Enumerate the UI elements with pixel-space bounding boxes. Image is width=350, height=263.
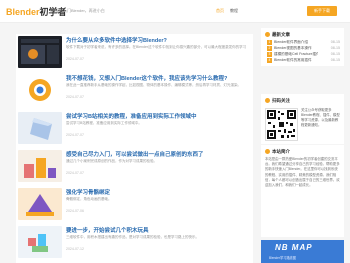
article-date: 2024-07-06	[66, 209, 84, 213]
article-title[interactable]: 尝试学习B站相关的教程，准备应用到实际工作领域中	[66, 112, 246, 120]
latest-item[interactable]: 1 Blender软件界面介绍 08-15	[267, 40, 340, 45]
article-desc: 尝试学习B站教程，准备应用到实际工作领域中。	[66, 121, 142, 125]
site-slogan: 轻松入门Blender，再进小白	[55, 8, 105, 13]
heading-dot-icon	[265, 149, 270, 155]
article-desc: 我在此一直推荐新手从基础的操作学起，比如视图、物体的基本操作、编辑模式等，然后再…	[66, 83, 241, 87]
article-date: 2024-07-07	[66, 95, 84, 99]
sidebar-about: 本站简介 本站是由一群热爱Blender的初学者创建的交流平台。我们希望通过分享…	[261, 145, 344, 237]
sidebar-follow-heading: 扫码关注	[265, 98, 290, 104]
article-thumbnail[interactable]	[18, 188, 62, 220]
article-list: 为什么要从众多软件中选择学习Blender? 软件下载对于初学者来说，有许多的选…	[16, 34, 253, 263]
article-thumbnail[interactable]	[18, 150, 62, 182]
banner-subtitle: Blender学习路线图	[269, 256, 296, 260]
latest-item[interactable]: 3 建模的基础Cell Fracture插件 08-15	[267, 52, 340, 57]
latest-item[interactable]: 4 Blender软件的常用插件 08-15	[267, 58, 340, 63]
article-item[interactable]: 我不想花钱，又想入门Blender这个软件，我应该先学习什么教程? 我在此一直推…	[16, 72, 253, 107]
qr-code	[265, 108, 298, 141]
banner-title: NB MAP	[275, 243, 313, 252]
article-thumbnail[interactable]	[18, 74, 62, 106]
article-desc: 软件下载对于初学者来说，有许多的选择。在Blender这个软件中找到让你感兴趣的…	[66, 45, 246, 49]
article-item[interactable]: 尝试学习B站相关的教程，准备应用到实际工作领域中 尝试学习B站教程，准备应用到实…	[16, 110, 253, 145]
article-item[interactable]: 感受自己尽力入门，可以尝试做出一点自己原创的东西了 通过几个小案例完成原创的作品…	[16, 148, 253, 183]
about-text: 本站是由一群热爱Blender的初学者创建的交流平台。我们希望通过分享自己的学习…	[265, 157, 340, 188]
article-date: 2024-07-12	[66, 247, 84, 251]
article-desc: 三维软件中，用积木搭建出有趣的作品，是对学习成果的检验，也是学习路上的快乐。	[66, 235, 199, 239]
latest-item[interactable]: 2 Blender视图的基本操作 08-15	[267, 46, 340, 51]
article-thumbnail[interactable]	[18, 112, 62, 144]
nav-tutorial[interactable]: 教程	[230, 8, 238, 14]
article-date: 2024-07-07	[66, 57, 84, 61]
article-item[interactable]: 要进一步，开始尝试几个积木玩具 三维软件中，用积木搭建出有趣的作品，是对学习成果…	[16, 224, 253, 259]
follow-text: 关注公众号获取更多Blender教程、插件、模型等学习资源，以及最新教程更新通知…	[301, 108, 340, 127]
article-title[interactable]: 要进一步，开始尝试几个积木玩具	[66, 226, 246, 234]
article-item[interactable]: 强化学习骨骼绑定 骨骼绑定，角色动画的基础。 2024-07-06	[16, 186, 253, 221]
article-date: 2024-07-07	[66, 171, 84, 175]
sidebar-latest-heading: 最新文章	[265, 32, 290, 38]
heading-dot-icon	[265, 32, 270, 38]
sidebar-latest: 最新文章 1 Blender软件界面介绍 08-15 2 Blender视图的基本操作…	[261, 28, 344, 66]
logo-main-text: Blender	[6, 7, 40, 17]
article-thumbnail[interactable]	[18, 36, 62, 68]
sidebar-about-heading: 本站简介	[265, 149, 290, 155]
heading-dot-icon	[265, 98, 270, 104]
article-desc: 骨骼绑定，角色动画的基础。	[66, 197, 112, 201]
download-button[interactable]: 新手下载	[307, 6, 337, 16]
nav-home[interactable]: 首页	[216, 8, 224, 14]
article-item[interactable]: 为什么要从众多软件中选择学习Blender? 软件下载对于初学者来说，有许多的选…	[16, 34, 253, 69]
sidebar-follow: 扫码关注 关注公众号获取更多Blender教程、插件、模型等学习资源，以及最新教…	[261, 94, 344, 144]
article-title[interactable]: 强化学习骨骼绑定	[66, 188, 246, 196]
article-thumbnail[interactable]	[18, 226, 62, 258]
article-title[interactable]: 感受自己尽力入门，可以尝试做出一点自己原创的东西了	[66, 150, 246, 158]
article-date: 2024-07-07	[66, 133, 84, 137]
article-desc: 通过几个小案例完成原创的作品，作为对学习成果的检验。	[66, 159, 157, 163]
nb-map-banner[interactable]: NB MAP Blender学习路线图	[261, 240, 344, 263]
article-title[interactable]: 为什么要从众多软件中选择学习Blender?	[66, 36, 246, 44]
article-title[interactable]: 我不想花钱，又想入门Blender这个软件，我应该先学习什么教程?	[66, 74, 246, 82]
top-bar: Blender初学者 轻松入门Blender，再进小白 首页 教程 新手下载	[0, 0, 350, 23]
